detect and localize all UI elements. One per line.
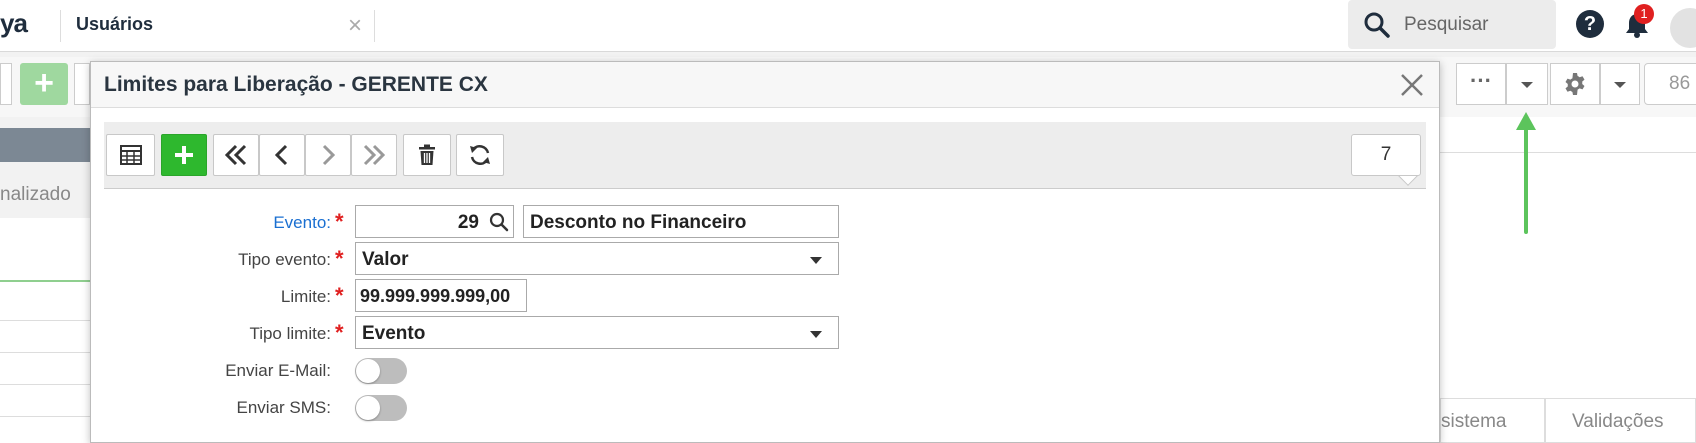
tipo-evento-label: Tipo evento: — [238, 250, 331, 269]
annotation-arrow-icon — [1516, 112, 1536, 234]
enviar-email-label: Enviar E-Mail: — [225, 361, 331, 380]
dialog-toolbar: 7 — [104, 122, 1426, 189]
background-panel — [1440, 153, 1696, 398]
required-marker: * — [335, 246, 344, 271]
required-marker: * — [335, 209, 344, 234]
evento-label[interactable]: Evento: — [91, 213, 331, 233]
double-chevron-left-icon — [224, 144, 247, 166]
table-icon — [119, 145, 142, 165]
tipo-limite-value: Evento — [362, 323, 426, 344]
table-row[interactable] — [0, 416, 100, 417]
search-placeholder: Pesquisar — [1404, 14, 1489, 35]
evento-description-field: Desconto no Financeiro — [523, 205, 839, 238]
notification-badge: 1 — [1634, 4, 1654, 24]
app-logo: ya — [0, 8, 28, 38]
refresh-icon — [470, 145, 490, 165]
more-options-dropdown-button[interactable] — [1506, 63, 1548, 105]
top-bar: ya Usuários × Pesquisar ? 1 — [0, 0, 1696, 52]
enviar-sms-label: Enviar SMS: — [236, 398, 331, 417]
limites-liberacao-dialog: Limites para Liberação - GERENTE CX 7 Ev… — [90, 61, 1440, 443]
dialog-title: Limites para Liberação - GERENTE CX — [104, 73, 488, 96]
tab-validacoes[interactable]: Validações — [1545, 398, 1696, 443]
search-icon — [1364, 12, 1390, 38]
delete-button[interactable] — [403, 134, 451, 176]
previous-record-button[interactable] — [259, 134, 305, 176]
plus-icon — [175, 146, 193, 164]
required-marker: * — [335, 283, 344, 308]
chevron-left-icon — [275, 144, 288, 166]
next-record-button[interactable] — [305, 134, 351, 176]
chevron-down-icon — [810, 331, 822, 338]
gear-icon — [1565, 73, 1585, 95]
global-search-input[interactable]: Pesquisar — [1348, 0, 1556, 49]
search-icon[interactable] — [489, 212, 509, 232]
background-filter-label[interactable]: nalizado — [0, 184, 71, 206]
background-button[interactable] — [0, 63, 12, 105]
first-record-button[interactable] — [213, 134, 259, 176]
background-record-count: 86 — [1644, 63, 1696, 105]
divider — [374, 10, 375, 42]
tipo-limite-select[interactable]: Evento — [355, 316, 839, 349]
dialog-header: Limites para Liberação - GERENTE CX — [91, 62, 1439, 108]
chevron-down-icon — [810, 257, 822, 264]
background-list — [0, 218, 100, 443]
background-grid-header — [1440, 117, 1696, 153]
settings-button[interactable] — [1550, 63, 1600, 105]
last-record-button[interactable] — [351, 134, 397, 176]
chevron-right-icon — [322, 144, 335, 166]
chevron-down-icon — [1521, 82, 1533, 88]
settings-dropdown-button[interactable] — [1600, 63, 1640, 105]
tab-sistema[interactable]: sistema — [1440, 398, 1545, 443]
enviar-email-toggle[interactable] — [355, 358, 407, 384]
limite-label: Limite: — [280, 287, 331, 306]
more-options-button[interactable]: ··· — [1456, 63, 1506, 105]
tab-usuarios[interactable]: Usuários — [76, 14, 153, 35]
background-add-button[interactable]: + — [20, 63, 68, 105]
add-button[interactable] — [161, 134, 207, 176]
refresh-button[interactable] — [456, 134, 504, 176]
divider — [60, 10, 61, 42]
close-icon[interactable] — [1399, 72, 1425, 98]
trash-icon — [419, 144, 435, 165]
chevron-down-icon — [1614, 82, 1626, 88]
table-row[interactable] — [0, 320, 100, 321]
help-icon[interactable]: ? — [1576, 10, 1604, 38]
table-row[interactable] — [0, 384, 100, 385]
tipo-evento-value: Valor — [362, 249, 409, 270]
table-row[interactable] — [0, 352, 100, 353]
tipo-limite-label: Tipo limite: — [249, 324, 331, 343]
background-button[interactable] — [74, 63, 90, 105]
grid-view-button[interactable] — [106, 134, 155, 176]
tab-close-icon[interactable]: × — [348, 12, 362, 40]
avatar[interactable] — [1670, 8, 1696, 48]
background-grid-header — [0, 128, 100, 162]
limite-input[interactable]: 99.999.999.999,00 — [355, 279, 527, 312]
tipo-evento-select[interactable]: Valor — [355, 242, 839, 275]
enviar-sms-toggle[interactable] — [355, 395, 407, 421]
double-chevron-right-icon — [363, 144, 386, 166]
required-marker: * — [335, 320, 344, 345]
record-count: 7 — [1351, 134, 1421, 176]
selected-row-indicator — [0, 280, 100, 282]
